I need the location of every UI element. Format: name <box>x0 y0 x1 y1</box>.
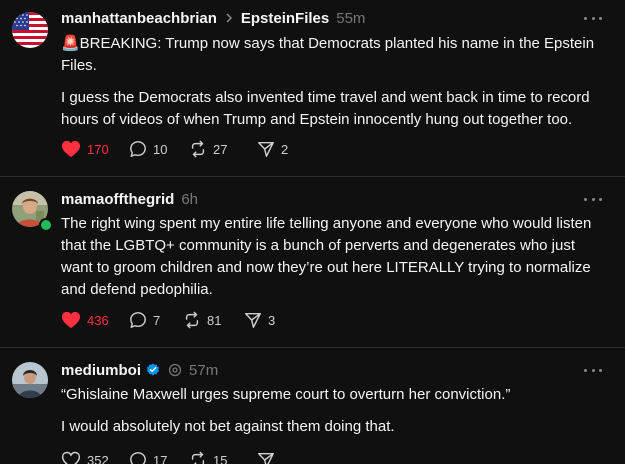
repost-button[interactable]: 81 <box>183 311 244 329</box>
post-text: “Ghislaine Maxwell urges supreme court t… <box>61 384 601 438</box>
post-header: mediumboi 57m <box>61 360 218 380</box>
post-time[interactable]: 57m <box>189 362 218 379</box>
post-header: manhattanbeachbrian EpsteinFiles 55m <box>61 8 365 28</box>
heart-outline-icon <box>61 451 81 464</box>
reply-bubble-icon <box>130 452 146 464</box>
share-count: 2 <box>281 141 289 157</box>
post-paragraph: 🚨BREAKING: Trump now says that Democrats… <box>61 35 595 74</box>
share-button[interactable]: 3 <box>244 311 275 329</box>
send-icon <box>258 141 274 157</box>
heart-filled-icon <box>62 311 80 329</box>
share-button[interactable]: 2 <box>257 140 288 158</box>
username-link[interactable]: mamaoffthegrid <box>61 191 174 208</box>
reply-button[interactable]: 7 <box>129 311 183 329</box>
post-text: 🚨BREAKING: Trump now says that Democrats… <box>61 33 601 131</box>
reply-button[interactable]: 10 <box>129 140 189 158</box>
post-text: The right wing spent my entire life tell… <box>61 213 601 301</box>
more-options-icon[interactable] <box>584 14 602 22</box>
online-status-indicator <box>39 218 53 232</box>
heart-filled-icon <box>62 140 80 158</box>
threads-feed: manhattanbeachbrian EpsteinFiles 55m 🚨BR… <box>0 0 625 464</box>
reply-count: 17 <box>153 452 168 464</box>
post-actions: 436 7 81 3 <box>61 310 275 330</box>
verified-badge-icon <box>146 363 160 377</box>
like-button[interactable]: 436 <box>61 311 129 329</box>
repost-icon <box>191 451 205 464</box>
avatar[interactable] <box>12 12 48 48</box>
post-paragraph: “Ghislaine Maxwell urges supreme court t… <box>61 386 511 403</box>
post[interactable]: mamaoffthegrid 6h The right wing spent m… <box>0 177 625 347</box>
repost-count: 27 <box>213 141 228 157</box>
post-paragraph: The right wing spent my entire life tell… <box>61 215 592 298</box>
reply-bubble-icon <box>130 312 146 328</box>
repost-button[interactable]: 27 <box>189 140 257 158</box>
threads-logo-icon <box>168 363 182 377</box>
like-count: 436 <box>87 312 109 328</box>
post-paragraph: I would absolutely not bet against them … <box>61 418 395 435</box>
more-options-icon[interactable] <box>584 366 602 374</box>
reply-count: 7 <box>153 312 161 328</box>
repost-count: 81 <box>207 312 222 328</box>
share-button[interactable] <box>257 451 275 464</box>
reply-bubble-icon <box>130 141 146 157</box>
username-link[interactable]: manhattanbeachbrian <box>61 10 217 27</box>
chevron-right-icon <box>225 10 233 26</box>
send-icon <box>258 452 274 464</box>
repost-icon <box>185 311 199 329</box>
post[interactable]: manhattanbeachbrian EpsteinFiles 55m 🚨BR… <box>0 0 625 176</box>
avatar[interactable] <box>12 362 48 398</box>
username-link[interactable]: mediumboi <box>61 362 141 379</box>
like-button[interactable]: 352 <box>61 451 129 464</box>
post-paragraph: I guess the Democrats also invented time… <box>61 89 590 128</box>
topic-tag-link[interactable]: EpsteinFiles <box>241 10 329 27</box>
post-header: mamaoffthegrid 6h <box>61 189 198 209</box>
repost-button[interactable]: 15 <box>189 451 257 464</box>
repost-count: 15 <box>213 452 228 464</box>
post[interactable]: mediumboi 57m “Ghislaine Maxwell urges s… <box>0 348 625 464</box>
person-photo-avatar-icon <box>12 362 48 398</box>
post-actions: 170 10 27 2 <box>61 139 288 159</box>
reply-count: 10 <box>153 141 168 157</box>
us-flag-avatar-icon <box>12 12 48 48</box>
reply-button[interactable]: 17 <box>129 451 189 464</box>
repost-icon <box>191 140 205 158</box>
post-time[interactable]: 55m <box>336 10 365 27</box>
like-count: 170 <box>87 141 109 157</box>
send-icon <box>245 312 261 328</box>
like-button[interactable]: 170 <box>61 140 129 158</box>
post-time[interactable]: 6h <box>181 191 198 208</box>
share-count: 3 <box>268 312 276 328</box>
like-count: 352 <box>87 452 109 464</box>
more-options-icon[interactable] <box>584 195 602 203</box>
post-actions: 352 17 15 <box>61 450 275 464</box>
